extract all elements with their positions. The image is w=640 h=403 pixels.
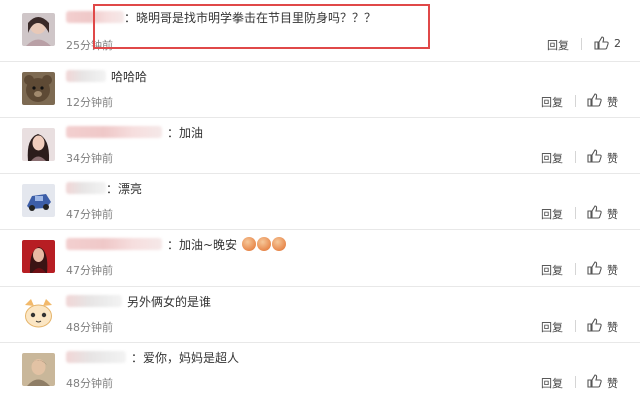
thumbs-up-icon[interactable] bbox=[587, 318, 602, 332]
comment-item: ：加油 34分钟前 回复 赞 bbox=[0, 118, 640, 174]
like-count[interactable]: 2 bbox=[614, 37, 621, 50]
like-button[interactable]: 赞 bbox=[607, 375, 618, 391]
like-button[interactable]: 赞 bbox=[607, 262, 618, 278]
divider bbox=[575, 95, 576, 107]
divider bbox=[575, 207, 576, 219]
like-button[interactable]: 赞 bbox=[607, 150, 618, 166]
comment-line: ：加油~晚安 bbox=[66, 237, 286, 253]
divider bbox=[575, 320, 576, 332]
reply-button[interactable]: 回复 bbox=[541, 319, 563, 335]
divider bbox=[575, 263, 576, 275]
thumbs-up-icon[interactable] bbox=[587, 205, 602, 219]
emoji-icon bbox=[241, 237, 256, 251]
divider bbox=[575, 376, 576, 388]
comment-time: 48分钟前 bbox=[66, 377, 113, 390]
comment-list: ：晓明哥是找市明学拳击在节目里防身吗？？？ 25分钟前 回复 2 哈哈哈 12分… bbox=[0, 0, 640, 403]
comment-time: 47分钟前 bbox=[66, 208, 113, 221]
comment-item: ：漂亮 47分钟前 回复 赞 bbox=[0, 174, 640, 230]
reply-button[interactable]: 回复 bbox=[541, 375, 563, 391]
avatar[interactable] bbox=[22, 72, 55, 105]
avatar[interactable] bbox=[22, 184, 55, 217]
comment-time: 34分钟前 bbox=[66, 152, 113, 165]
comment-text: ：加油~晚安 bbox=[167, 238, 238, 252]
divider bbox=[581, 38, 582, 50]
comment-line: 哈哈哈 bbox=[66, 69, 147, 85]
avatar[interactable] bbox=[22, 240, 55, 273]
username-blurred[interactable] bbox=[66, 295, 122, 307]
username-blurred[interactable] bbox=[66, 351, 126, 363]
comment-line: ：爱你，妈妈是超人 bbox=[66, 350, 239, 366]
avatar[interactable] bbox=[22, 13, 55, 46]
reply-button[interactable]: 回复 bbox=[541, 94, 563, 110]
reply-button[interactable]: 回复 bbox=[541, 262, 563, 278]
reply-button[interactable]: 回复 bbox=[541, 150, 563, 166]
avatar[interactable] bbox=[22, 128, 55, 161]
comment-time: 12分钟前 bbox=[66, 96, 113, 109]
comment-line: ：漂亮 bbox=[66, 181, 142, 197]
comment-item: 哈哈哈 12分钟前 回复 赞 bbox=[0, 62, 640, 118]
thumbs-up-icon[interactable] bbox=[587, 374, 602, 388]
username-blurred[interactable] bbox=[66, 238, 162, 250]
reply-button[interactable]: 回复 bbox=[541, 206, 563, 222]
comment-item: ：爱你，妈妈是超人 48分钟前 回复 赞 bbox=[0, 343, 640, 403]
comment-time: 47分钟前 bbox=[66, 264, 113, 277]
reply-button[interactable]: 回复 bbox=[547, 37, 569, 53]
comment-time: 48分钟前 bbox=[66, 321, 113, 334]
comment-item: 另外俩女的是谁 48分钟前 回复 赞 bbox=[0, 287, 640, 343]
comment-text: 另外俩女的是谁 bbox=[127, 295, 212, 309]
like-button[interactable]: 赞 bbox=[607, 319, 618, 335]
comment-text: 哈哈哈 bbox=[111, 70, 148, 84]
username-blurred[interactable] bbox=[66, 126, 162, 138]
thumbs-up-icon[interactable] bbox=[587, 261, 602, 275]
comment-item: ：加油~晚安 47分钟前 回复 赞 bbox=[0, 230, 640, 287]
avatar[interactable] bbox=[22, 353, 55, 386]
divider bbox=[575, 151, 576, 163]
highlight-box bbox=[93, 4, 430, 49]
like-button[interactable]: 赞 bbox=[607, 94, 618, 110]
avatar[interactable] bbox=[22, 297, 55, 330]
comment-line: 另外俩女的是谁 bbox=[66, 294, 211, 310]
emoji-icon bbox=[271, 237, 286, 251]
thumbs-up-icon[interactable] bbox=[587, 149, 602, 163]
username-blurred[interactable] bbox=[66, 70, 106, 82]
thumbs-up-icon[interactable] bbox=[594, 36, 609, 50]
comment-text: ：加油 bbox=[167, 126, 204, 140]
comment-text: ：漂亮 bbox=[106, 182, 143, 196]
username-blurred[interactable] bbox=[66, 182, 106, 194]
comment-text: ：爱你，妈妈是超人 bbox=[131, 351, 240, 365]
like-button[interactable]: 赞 bbox=[607, 206, 618, 222]
emoji-icon bbox=[256, 237, 271, 251]
thumbs-up-icon[interactable] bbox=[587, 93, 602, 107]
comment-line: ：加油 bbox=[66, 125, 203, 141]
